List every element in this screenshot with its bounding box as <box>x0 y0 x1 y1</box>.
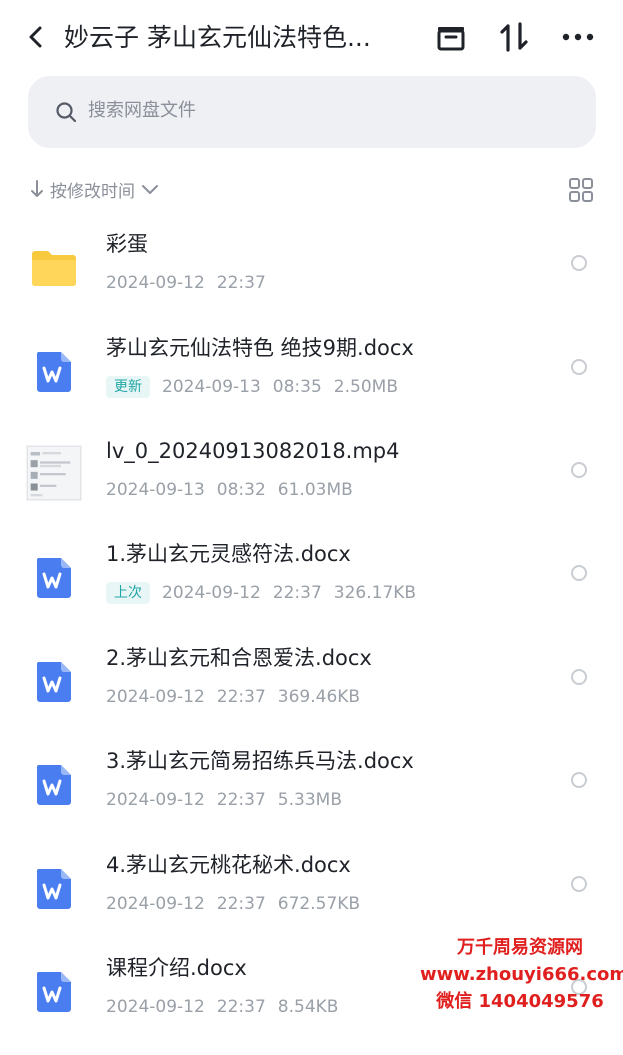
file-date: 2024-09-13 <box>162 377 261 397</box>
back-icon[interactable] <box>22 22 50 52</box>
list-item[interactable]: 3.茅山玄元简易招练兵马法.docx 2024-09-12 22:37 5.33… <box>0 745 623 848</box>
list-item[interactable]: 彩蛋 2024-09-12 22:37 <box>0 228 623 331</box>
file-name: 1.茅山玄元灵感符法.docx <box>106 542 351 566</box>
more-icon[interactable] <box>560 18 596 56</box>
file-time: 22:37 <box>216 790 266 810</box>
file-date: 2024-09-12 <box>106 273 205 293</box>
file-name: 3.茅山玄元简易招练兵马法.docx <box>106 749 414 773</box>
grid-view-icon[interactable] <box>568 177 594 203</box>
watermark-line: www.zhouyi666.com <box>420 964 623 985</box>
select-radio[interactable] <box>571 255 587 271</box>
folder-icon <box>32 251 76 286</box>
file-size: 369.46KB <box>277 687 361 707</box>
file-meta: 2024-09-12 22:37 5.33MB <box>106 785 354 815</box>
file-name: 茅山玄元仙法特色 绝技9期.docx <box>106 336 414 360</box>
word-doc-icon <box>36 972 71 1012</box>
file-time: 22:37 <box>216 894 266 914</box>
word-doc-icon <box>36 662 71 702</box>
file-meta: 2024-09-13 08:32 61.03MB <box>106 475 365 505</box>
select-radio[interactable] <box>571 876 587 892</box>
watermark: 万千周易资源网 www.zhouyi666.com 微信 1404049576 <box>420 934 623 1015</box>
file-size: 672.57KB <box>277 894 361 914</box>
file-date: 2024-09-12 <box>106 687 205 707</box>
file-meta: 2024-09-12 22:37 <box>106 268 278 298</box>
select-radio[interactable] <box>571 669 587 685</box>
sort-icon[interactable] <box>496 18 532 56</box>
sort-down-icon <box>31 180 43 197</box>
watermark-line: 微信 1404049576 <box>436 991 604 1012</box>
file-meta: 2024-09-12 22:37 672.57KB <box>106 889 372 919</box>
file-time: 22:37 <box>272 583 322 603</box>
file-meta: 上次 2024-09-12 22:37 326.17KB <box>106 578 428 608</box>
select-radio[interactable] <box>571 359 587 375</box>
word-doc-icon <box>36 869 71 909</box>
search-bar[interactable]: 搜索网盘文件 <box>28 76 596 148</box>
file-time: 22:37 <box>216 687 266 707</box>
file-name: 彩蛋 <box>106 232 148 256</box>
file-meta: 2024-09-12 22:37 369.46KB <box>106 682 372 712</box>
archive-icon[interactable] <box>433 18 469 56</box>
file-date: 2024-09-12 <box>106 790 205 810</box>
file-name: 课程介绍.docx <box>106 956 247 980</box>
search-icon <box>56 102 77 123</box>
file-size: 326.17KB <box>333 583 417 603</box>
file-size: 8.54KB <box>277 997 339 1017</box>
list-item[interactable]: 1.茅山玄元灵感符法.docx 上次 2024-09-12 22:37 326.… <box>0 538 623 641</box>
file-date: 2024-09-13 <box>106 480 205 500</box>
top-bar: 妙云子 茅山玄元仙法特色... <box>0 0 623 76</box>
chevron-down-icon <box>142 185 158 194</box>
watermark-line: 万千周易资源网 <box>457 937 583 958</box>
sort-selector[interactable]: 按修改时间 <box>28 174 161 204</box>
file-size: 61.03MB <box>277 480 353 500</box>
select-radio[interactable] <box>571 565 587 581</box>
select-radio[interactable] <box>571 772 587 788</box>
file-meta: 2024-09-12 22:37 8.54KB <box>106 992 350 1022</box>
file-size: 5.33MB <box>277 790 342 810</box>
last-opened-badge: 上次 <box>106 582 150 604</box>
file-date: 2024-09-12 <box>106 894 205 914</box>
file-date: 2024-09-12 <box>162 583 261 603</box>
file-time: 22:37 <box>216 273 266 293</box>
file-size: 2.50MB <box>333 377 398 397</box>
file-meta: 更新 2024-09-13 08:35 2.50MB <box>106 372 410 402</box>
file-time: 08:32 <box>216 480 266 500</box>
list-item[interactable]: lv_0_20240913082018.mp4 2024-09-13 08:32… <box>0 435 623 538</box>
select-radio[interactable] <box>571 462 587 478</box>
file-name: lv_0_20240913082018.mp4 <box>106 439 400 463</box>
page-title: 妙云子 茅山玄元仙法特色... <box>64 23 371 52</box>
list-item[interactable]: 茅山玄元仙法特色 绝技9期.docx 更新 2024-09-13 08:35 2… <box>0 332 623 435</box>
file-time: 08:35 <box>272 377 322 397</box>
video-thumbnail <box>26 445 82 501</box>
updated-badge: 更新 <box>106 376 150 398</box>
file-name: 4.茅山玄元桃花秘术.docx <box>106 853 351 877</box>
file-time: 22:37 <box>216 997 266 1017</box>
list-item[interactable]: 2.茅山玄元和合恩爱法.docx 2024-09-12 22:37 369.46… <box>0 642 623 745</box>
word-doc-icon <box>36 352 71 392</box>
file-date: 2024-09-12 <box>106 997 205 1017</box>
file-name: 2.茅山玄元和合恩爱法.docx <box>106 646 372 670</box>
sort-label: 按修改时间 <box>50 181 135 202</box>
word-doc-icon <box>36 765 71 805</box>
search-input[interactable]: 搜索网盘文件 <box>88 96 196 126</box>
word-doc-icon <box>36 558 71 598</box>
